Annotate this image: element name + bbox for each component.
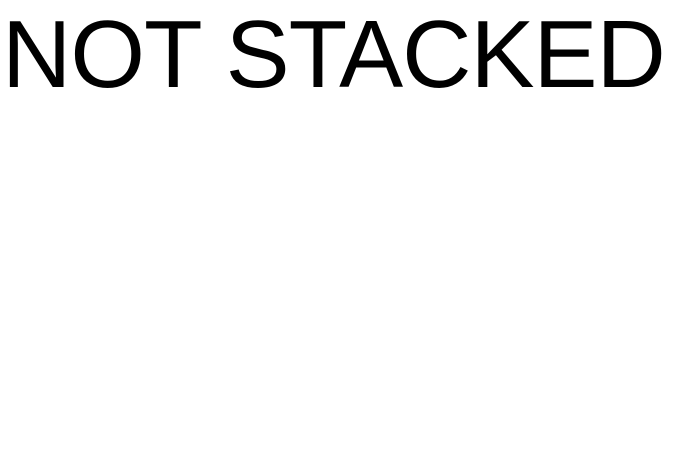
page-title: NOT STACKED — [2, 1, 666, 108]
